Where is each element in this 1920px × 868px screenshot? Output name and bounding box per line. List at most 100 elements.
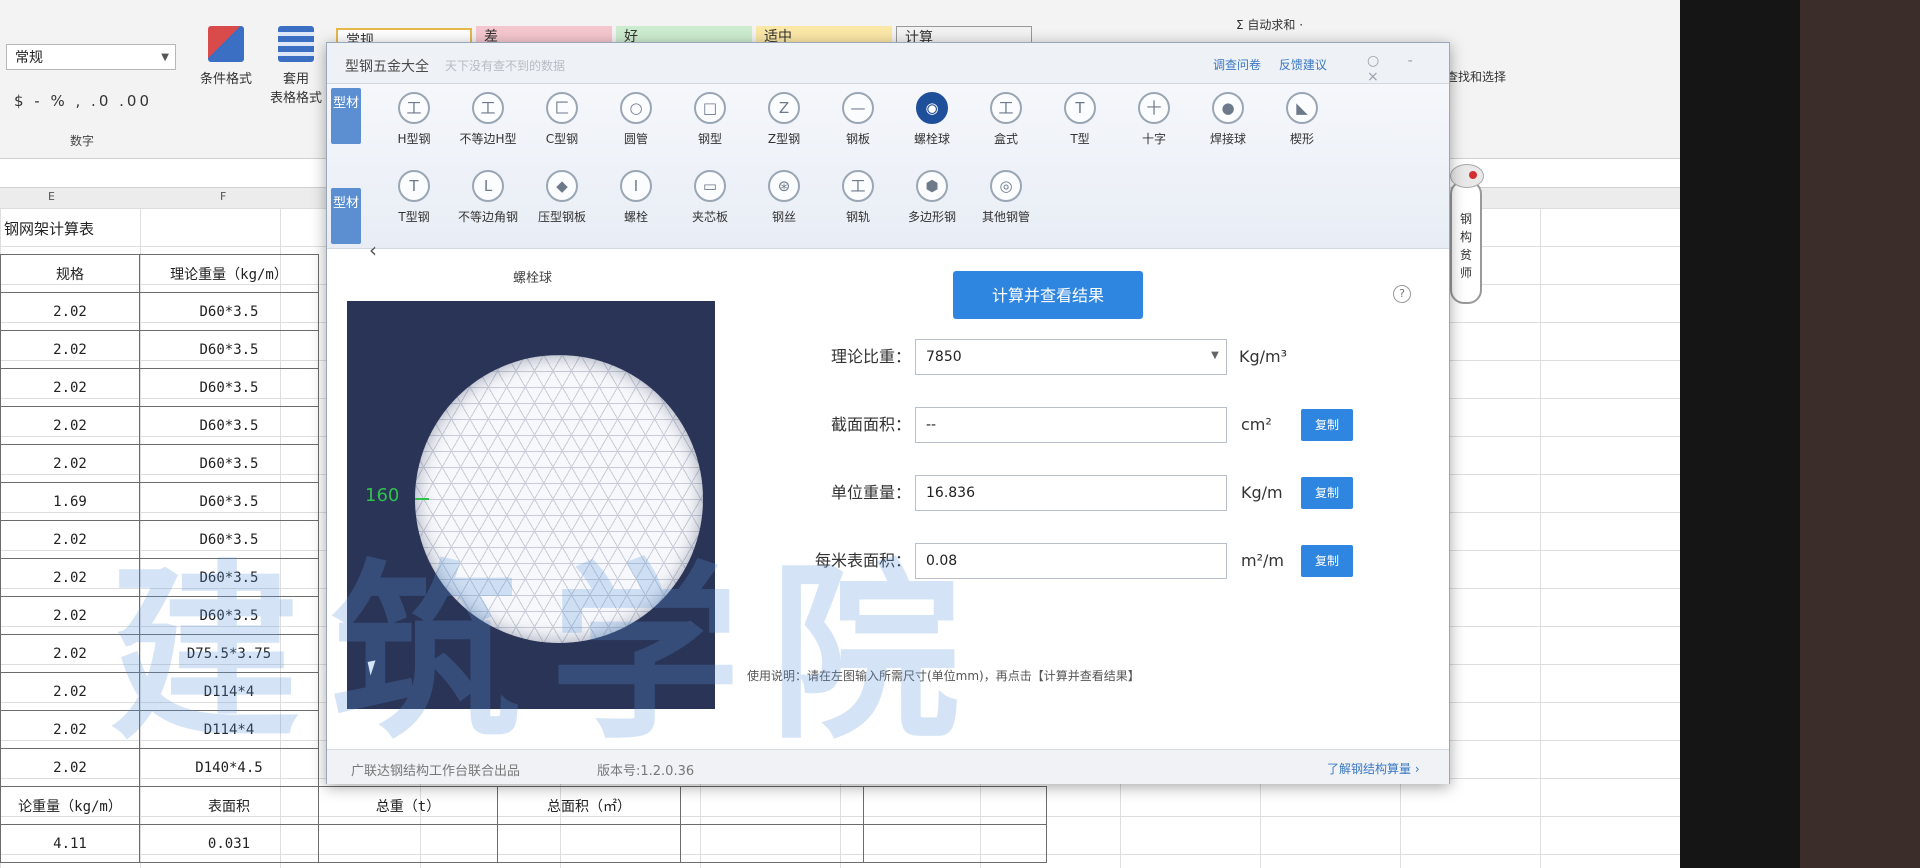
tab-profiles-2[interactable]: 型材	[331, 188, 361, 244]
copy-surface-area-button[interactable]: 复制	[1301, 545, 1353, 577]
table-cell[interactable]: D140*4.5	[139, 748, 319, 787]
profile-item[interactable]: ⬢ 多边形钢	[895, 170, 969, 225]
table-cell[interactable]: 0.031	[139, 824, 319, 863]
table-header[interactable]: 规格	[0, 254, 140, 293]
find-select-button[interactable]: 查找和选择	[1446, 68, 1506, 85]
table-cell[interactable]: 2.02	[0, 368, 140, 407]
profile-item[interactable]: ⊛ 钢丝	[747, 170, 821, 225]
feedback-link[interactable]: 反馈建议	[1279, 58, 1327, 72]
profile-item[interactable]: ◆ 压型钢板	[525, 170, 599, 225]
table-format-button[interactable]: 套用 表格格式	[256, 26, 336, 106]
table-cell[interactable]: 4.11	[0, 824, 140, 863]
profile-item[interactable]: Z Z型钢	[747, 92, 821, 147]
summary-row: 4.11 0.031	[0, 824, 1047, 863]
diameter-input[interactable]: 160	[365, 485, 399, 506]
addin-side-tab[interactable]: 钢构贫师	[1450, 164, 1484, 304]
profile-item-label: 钢轨	[845, 210, 870, 224]
help-icon[interactable]: ?	[1393, 285, 1411, 303]
shape-canvas[interactable]: 160	[347, 301, 715, 709]
profile-item[interactable]: 匚 C型钢	[525, 92, 599, 147]
profile-item-label: 其他钢管	[981, 210, 1030, 224]
table-cell[interactable]	[497, 824, 681, 863]
column-letter[interactable]: F	[220, 190, 226, 203]
table-cell[interactable]: D60*3.5	[139, 444, 319, 483]
table-header[interactable]: 总重（t）	[318, 786, 498, 825]
profile-item[interactable]: 工盒式	[969, 92, 1043, 147]
tab-profiles[interactable]: 型材	[331, 88, 361, 144]
table-cell[interactable]: D60*3.5	[139, 482, 319, 521]
table-cell[interactable]: D60*3.5	[139, 520, 319, 559]
profile-shape-icon: 工	[842, 170, 874, 202]
dialog-titlebar[interactable]: 型钢五金大全 天下没有查不到的数据 调查问卷 反馈建议 ○ - ×	[327, 43, 1449, 85]
autosum-button[interactable]: Σ 自动求和 ·	[1236, 16, 1303, 33]
table-cell[interactable]: D60*3.5	[139, 368, 319, 407]
profile-item[interactable]: 工 H型钢	[377, 92, 451, 147]
profile-item[interactable]: □ 钢型	[673, 92, 747, 147]
table-cell[interactable]: D60*3.5	[139, 292, 319, 331]
table-header[interactable]: 论重量（kg/m）	[0, 786, 140, 825]
profile-item[interactable]: 十十字	[1117, 92, 1191, 147]
section-area-row: 截面面积： -- cm² 复制	[741, 407, 1461, 443]
chevron-down-icon[interactable]: ▼	[1205, 339, 1225, 373]
copy-unit-weight-button[interactable]: 复制	[1301, 477, 1353, 509]
profile-item[interactable]: — 钢板	[821, 92, 895, 147]
number-format-buttons[interactable]: $ - % , .0 .00	[14, 92, 152, 110]
profile-item[interactable]: 工不等边H型	[451, 92, 525, 147]
table-cell[interactable]	[863, 824, 1047, 863]
table-cell[interactable]	[680, 824, 864, 863]
unit-weight-field[interactable]: 16.836	[915, 475, 1227, 511]
table-cell[interactable]: D60*3.5	[139, 330, 319, 369]
profile-item[interactable]: Ⅰ 螺栓	[599, 170, 673, 225]
profile-item[interactable]: ◣ 楔形	[1265, 92, 1339, 147]
profile-item-label: 钢型	[697, 132, 722, 146]
table-cell[interactable]: 2.02	[0, 672, 140, 711]
copy-section-area-button[interactable]: 复制	[1301, 409, 1353, 441]
table-cell[interactable]: 2.02	[0, 748, 140, 787]
profile-item[interactable]: ▭ 夹芯板	[673, 170, 747, 225]
profile-item[interactable]: 工钢轨	[821, 170, 895, 225]
profile-item[interactable]: ◎ 其他钢管	[969, 170, 1043, 225]
learn-more-link[interactable]: 了解钢结构算量 ›	[1327, 760, 1420, 777]
profile-shape-icon: 工	[990, 92, 1022, 124]
number-format-select[interactable]: 常规 ▼	[6, 44, 176, 70]
table-cell[interactable]: 1.69	[0, 482, 140, 521]
table-cell[interactable]: 2.02	[0, 520, 140, 559]
table-cell[interactable]: 2.02	[0, 444, 140, 483]
table-header[interactable]: 理论重量（kg/m）	[139, 254, 319, 293]
calculate-button[interactable]: 计算并查看结果	[953, 271, 1143, 319]
survey-link[interactable]: 调查问卷	[1213, 58, 1261, 72]
table-cell[interactable]: 2.02	[0, 292, 140, 331]
table-cell[interactable]	[318, 824, 498, 863]
profile-item[interactable]: T T型	[1043, 92, 1117, 147]
section-area-field[interactable]: --	[915, 407, 1227, 443]
profile-item[interactable]: T T型钢	[377, 170, 451, 225]
profile-item-label: 楔形	[1289, 132, 1314, 146]
profile-item[interactable]: ◉ 螺栓球	[895, 92, 969, 147]
table-cell[interactable]: D60*3.5	[139, 596, 319, 635]
table-cell[interactable]	[863, 786, 1047, 825]
table-cell[interactable]: D114*4	[139, 710, 319, 749]
column-letter[interactable]: E	[48, 190, 55, 203]
table-cell[interactable]: 2.02	[0, 596, 140, 635]
surface-area-field[interactable]: 0.08	[915, 543, 1227, 579]
table-cell[interactable]: 2.02	[0, 406, 140, 445]
table-header[interactable]: 总面积（㎡）	[497, 786, 681, 825]
profile-item-label: Z型钢	[767, 132, 801, 146]
table-header[interactable]: 表面积	[139, 786, 319, 825]
window-controls[interactable]: ○ - ×	[1367, 53, 1449, 85]
conditional-format-button[interactable]: 条件格式	[186, 26, 266, 87]
table-cell[interactable]	[680, 786, 864, 825]
profile-item[interactable]: L 不等边角钢	[451, 170, 525, 225]
table-cell[interactable]: D114*4	[139, 672, 319, 711]
profile-item[interactable]: ○ 圆管	[599, 92, 673, 147]
profile-item-label: 多边形钢	[907, 210, 956, 224]
table-cell[interactable]: D60*3.5	[139, 406, 319, 445]
table-cell[interactable]: D75.5*3.75	[139, 634, 319, 673]
table-cell[interactable]: 2.02	[0, 710, 140, 749]
density-select[interactable]: 7850	[915, 339, 1227, 375]
table-cell[interactable]: 2.02	[0, 558, 140, 597]
table-cell[interactable]: D60*3.5	[139, 558, 319, 597]
profile-item[interactable]: ● 焊接球	[1191, 92, 1265, 147]
table-cell[interactable]: 2.02	[0, 634, 140, 673]
table-cell[interactable]: 2.02	[0, 330, 140, 369]
